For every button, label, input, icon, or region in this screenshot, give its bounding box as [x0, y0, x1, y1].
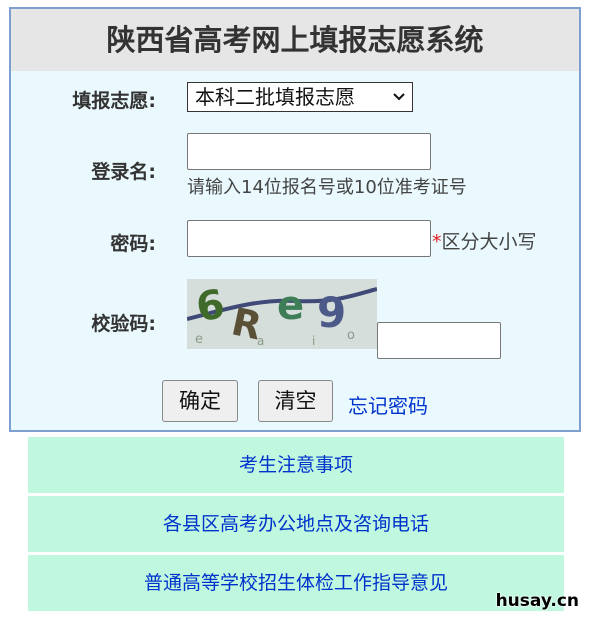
captcha-graphic: e a i o 6 R e 9	[187, 279, 377, 349]
password-label: 密码:	[110, 233, 156, 255]
captcha-noise-3: i	[312, 334, 315, 348]
username-input[interactable]	[187, 133, 431, 170]
captcha-char-3: e	[277, 283, 304, 329]
captcha-noise-1: e	[195, 332, 203, 347]
clear-button[interactable]: 清空	[258, 380, 333, 422]
captcha-noise-4: o	[347, 328, 355, 343]
password-hint: 区分大小写	[441, 231, 537, 253]
watermark: husay.cn	[495, 591, 579, 611]
login-panel: 陕西省高考网上填报志愿系统 填报志愿: 本科二批填报志愿 登录名: 请输入14位…	[9, 7, 581, 432]
captcha-image[interactable]: e a i o 6 R e 9	[187, 279, 377, 349]
confirm-button[interactable]: 确定	[162, 380, 238, 422]
captcha-label: 校验码:	[91, 313, 156, 335]
username-label: 登录名:	[91, 161, 156, 183]
required-mark: *	[432, 231, 442, 253]
page-title: 陕西省高考网上填报志愿系统	[11, 9, 579, 71]
captcha-input[interactable]	[377, 322, 501, 359]
volunteer-select[interactable]: 本科二批填报志愿	[187, 82, 413, 112]
volunteer-select-value: 本科二批填报志愿	[195, 85, 355, 109]
volunteer-label: 填报志愿:	[72, 90, 156, 112]
nav-item-offices[interactable]: 各县区高考办公地点及咨询电话	[28, 496, 564, 552]
nav-item-notice[interactable]: 考生注意事项	[28, 437, 564, 493]
forgot-password-link[interactable]: 忘记密码	[348, 390, 428, 419]
captcha-char-4: 9	[317, 288, 346, 337]
username-hint: 请输入14位报名号或10位准考证号	[187, 177, 467, 198]
nav-item-health-check[interactable]: 普通高等学校招生体检工作指导意见	[28, 555, 564, 611]
password-input[interactable]	[187, 220, 431, 257]
password-hint-wrap: *区分大小写	[432, 227, 537, 254]
chevron-down-icon	[392, 83, 406, 111]
